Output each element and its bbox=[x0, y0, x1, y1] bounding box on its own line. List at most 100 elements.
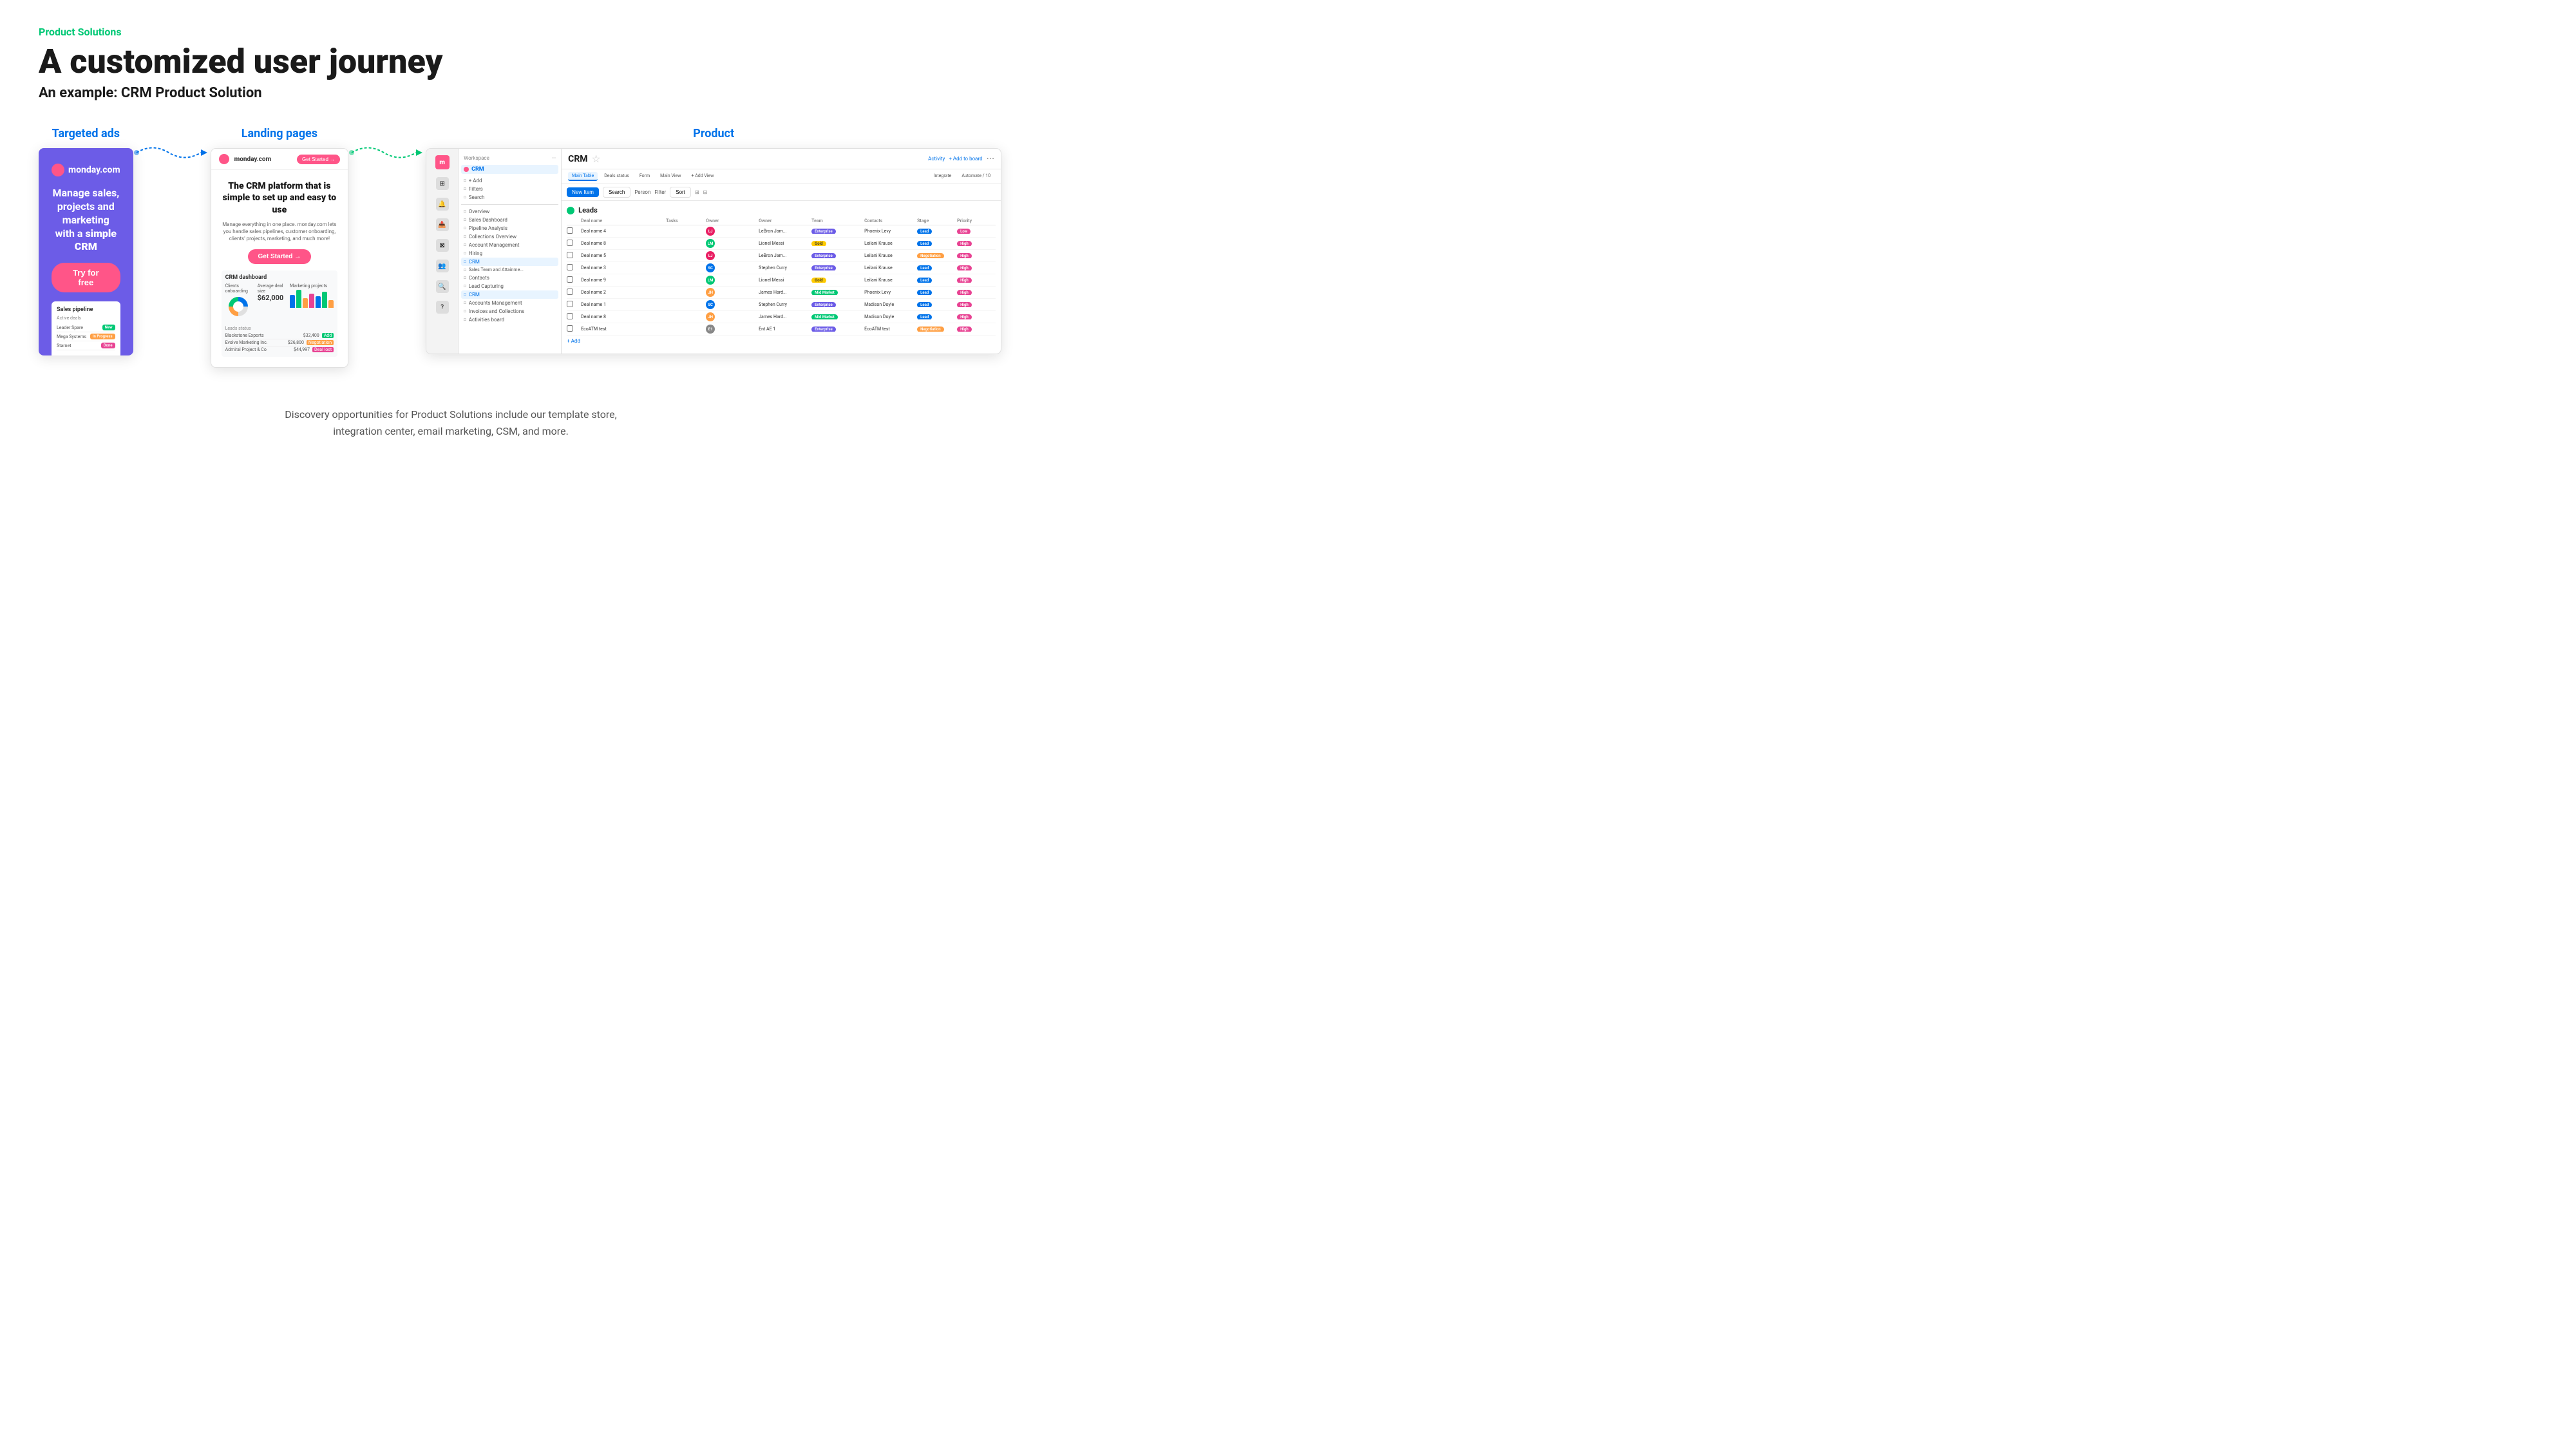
tab-integrate[interactable]: Integrate bbox=[930, 172, 956, 181]
sidebar-grid2-icon[interactable]: ⊠ bbox=[436, 239, 449, 252]
sidebar-logo: m bbox=[435, 155, 450, 169]
avatar: SC bbox=[706, 263, 715, 272]
row-checkbox[interactable] bbox=[567, 252, 573, 258]
col-owner1: Owner bbox=[706, 218, 757, 223]
nav-item-add[interactable]: + Add bbox=[461, 176, 558, 185]
columns-icon[interactable]: ⊟ bbox=[703, 189, 708, 195]
leads-section-label: Leads bbox=[578, 206, 598, 214]
leads-table: Leads Deal name Tasks Owner Owner Team C… bbox=[562, 201, 1001, 349]
team-badge: Mid Market bbox=[811, 290, 838, 295]
ad-row-3: Starnet Done bbox=[57, 341, 115, 350]
sidebar-grid-icon[interactable]: ⊞ bbox=[436, 177, 449, 190]
row-checkbox[interactable] bbox=[567, 264, 573, 270]
avatar: LM bbox=[706, 276, 715, 285]
priority-badge: Low bbox=[957, 229, 971, 234]
team-badge: Enterprise bbox=[811, 265, 836, 270]
sidebar-search-icon[interactable]: 🔍 bbox=[436, 280, 449, 293]
add-to-board-btn[interactable]: + Add to board bbox=[949, 156, 982, 162]
nav-item-search[interactable]: Search bbox=[461, 193, 558, 202]
priority-badge: High bbox=[957, 302, 972, 307]
nav-activities[interactable]: Activities board bbox=[461, 316, 558, 324]
stage-badge: Lead bbox=[917, 241, 932, 246]
product-card: m ⊞ 🔔 📥 ⊠ 👥 🔍 ? Workspace ··· CRM bbox=[426, 148, 1001, 354]
table-row: Deal name 4 LJ LeBron Jam... Enterprise … bbox=[567, 225, 996, 238]
nav-crm2[interactable]: CRM bbox=[461, 290, 558, 299]
team-badge: Enterprise bbox=[811, 302, 836, 307]
table-row: EcoATM test E1 Ent AE 1 Enterprise EcoAT… bbox=[567, 323, 996, 336]
row-checkbox[interactable] bbox=[567, 240, 573, 246]
nav-collections-overview[interactable]: Collections Overview bbox=[461, 232, 558, 241]
nav-sales-team[interactable]: Sales Team and Attainme... bbox=[461, 266, 558, 274]
tab-add-view[interactable]: + Add View bbox=[688, 172, 718, 181]
nav-contacts[interactable]: Contacts bbox=[461, 274, 558, 282]
sidebar-bell-icon[interactable]: 🔔 bbox=[436, 198, 449, 211]
priority-badge: High bbox=[957, 265, 972, 270]
sort-btn[interactable]: Sort bbox=[670, 187, 691, 198]
landing-body: The CRM platform that is simple to set u… bbox=[211, 170, 348, 367]
nav-lead-capturing[interactable]: Lead Capturing bbox=[461, 282, 558, 290]
sidebar-question-icon[interactable]: ? bbox=[436, 301, 449, 314]
landing-logo-circle bbox=[219, 154, 229, 164]
nav-invoices[interactable]: Invoices and Collections bbox=[461, 307, 558, 316]
leads-header: Leads bbox=[567, 204, 996, 217]
ad-cta-button[interactable]: Try for free bbox=[52, 263, 120, 292]
nav-accounts-management[interactable]: Accounts Management bbox=[461, 299, 558, 307]
tab-form[interactable]: Form bbox=[636, 172, 654, 181]
stage-badge: Lead bbox=[917, 265, 932, 270]
activity-label[interactable]: Activity bbox=[928, 156, 945, 162]
avatar: SC bbox=[706, 300, 715, 309]
priority-badge: High bbox=[957, 278, 972, 283]
more-options-icon[interactable]: ··· bbox=[987, 153, 995, 165]
table-row: Deal name 9 LM Lionel Messi Gold Leilani… bbox=[567, 274, 996, 287]
star-icon[interactable]: ☆ bbox=[592, 153, 601, 165]
nav-sales-dashboard[interactable]: Sales Dashboard bbox=[461, 216, 558, 224]
flow-arrow-2 bbox=[348, 127, 426, 166]
nav-panel: Workspace ··· CRM + Add Filters Search O… bbox=[459, 149, 562, 354]
sidebar-people-icon[interactable]: 👥 bbox=[436, 260, 449, 272]
team-badge: Gold bbox=[811, 241, 826, 246]
tab-main-view[interactable]: Main View bbox=[656, 172, 685, 181]
team-badge: Enterprise bbox=[811, 327, 836, 332]
nav-hiring[interactable]: Hiring bbox=[461, 249, 558, 258]
landing-cta-main[interactable]: Get Started → bbox=[248, 249, 312, 264]
person-filter[interactable]: Person bbox=[634, 189, 650, 195]
new-item-btn[interactable]: New Item bbox=[567, 187, 599, 197]
ad-mini-subtitle: Active deals bbox=[57, 316, 115, 321]
row-checkbox[interactable] bbox=[567, 301, 573, 307]
stage-badge: Lead bbox=[917, 302, 932, 307]
nav-overview[interactable]: Overview bbox=[461, 207, 558, 216]
nav-crm-label: CRM bbox=[471, 166, 484, 173]
nav-pipeline-analysis[interactable]: Pipeline Analysis bbox=[461, 224, 558, 232]
row-checkbox[interactable] bbox=[567, 325, 573, 332]
tab-automate[interactable]: Automate / 10 bbox=[958, 172, 994, 181]
filter-btn[interactable]: Filter bbox=[654, 189, 666, 195]
nav-crm[interactable]: CRM bbox=[461, 258, 558, 266]
dashboard-bars bbox=[290, 289, 334, 308]
avg-deal-value: $62,000 bbox=[258, 294, 284, 302]
priority-badge: High bbox=[957, 241, 972, 246]
clients-label: Clients onboarding bbox=[225, 283, 248, 294]
tab-deals-status[interactable]: Deals status bbox=[600, 172, 633, 181]
nav-account-management[interactable]: Account Management bbox=[461, 241, 558, 249]
leads-circle bbox=[567, 207, 574, 214]
row-checkbox[interactable] bbox=[567, 227, 573, 234]
row-checkbox[interactable] bbox=[567, 289, 573, 295]
priority-badge: High bbox=[957, 314, 972, 319]
nav-item-filters[interactable]: Filters bbox=[461, 185, 558, 193]
row-checkbox[interactable] bbox=[567, 276, 573, 283]
more-toolbar-icon[interactable]: ⊞ bbox=[695, 189, 699, 195]
stage-badge: Negotiation bbox=[917, 327, 943, 332]
landing-card: monday.com Get Started → The CRM platfor… bbox=[211, 148, 349, 368]
ad-row-1: Leader Spare New bbox=[57, 323, 115, 332]
landing-header-cta[interactable]: Get Started → bbox=[297, 155, 340, 164]
sidebar-inbox-icon[interactable]: 📥 bbox=[436, 218, 449, 231]
stage-badge: Lead bbox=[917, 229, 932, 234]
landing-header: monday.com Get Started → bbox=[211, 149, 348, 170]
flow-step-3: Product m ⊞ 🔔 📥 ⊠ 👥 🔍 ? Workspace ··· bbox=[426, 127, 1001, 354]
add-row-btn[interactable]: + Add bbox=[567, 336, 996, 346]
tab-main-table[interactable]: Main Table bbox=[568, 172, 598, 181]
landing-description: Manage everything in one place. monday.c… bbox=[222, 221, 338, 243]
row-checkbox[interactable] bbox=[567, 313, 573, 319]
search-btn[interactable]: Search bbox=[603, 187, 630, 198]
crm-top-toolbar: CRM ☆ Activity + Add to board ··· bbox=[562, 149, 1001, 169]
